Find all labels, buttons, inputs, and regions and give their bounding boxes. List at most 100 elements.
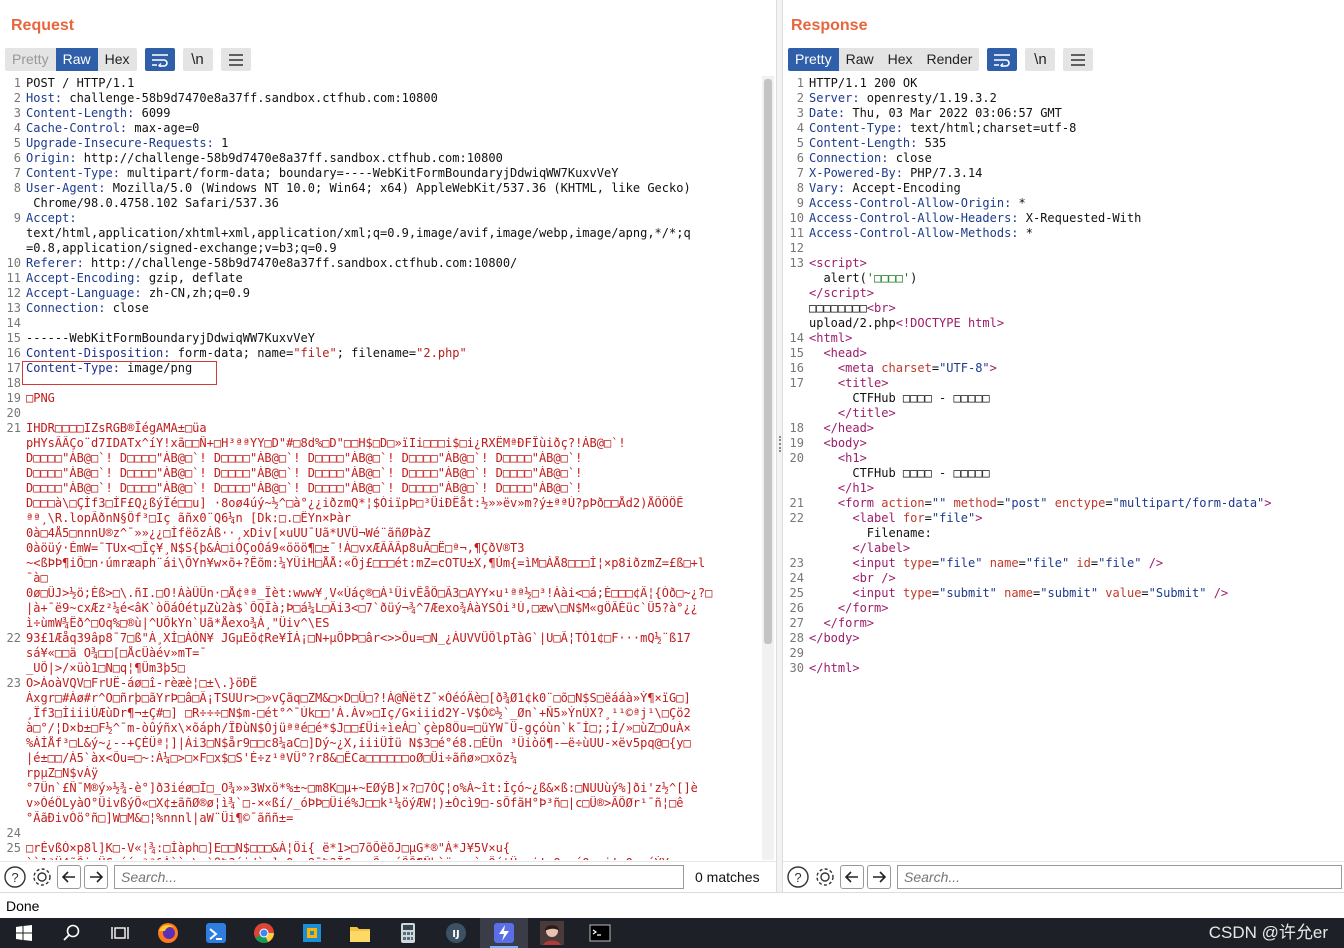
response-line-number: 23 [789, 556, 804, 570]
request-editor[interactable]: 1 2 3 4 5 6 7 8 9 10 11 12 13 14 15 16 17 18 19 20 21 22 23 24 2… [0, 76, 776, 860]
arrow-left-icon [62, 870, 75, 883]
response-line-number [783, 406, 805, 421]
ide-icon[interactable]: IJ [432, 918, 480, 948]
response-help-button[interactable]: ? [786, 865, 810, 889]
response-prev-match-button[interactable] [840, 864, 864, 889]
request-tab-raw[interactable]: Raw [55, 48, 98, 71]
request-code-line: ¯à□ [26, 571, 48, 585]
response-line-number: 1 [796, 76, 804, 90]
burp-suite-icon[interactable] [480, 918, 528, 948]
response-code-line: <title> [837, 376, 889, 390]
request-line-number [0, 496, 22, 511]
response-code-line: Access-Control-Allow-Methods: * [809, 226, 1033, 240]
request-show-newlines-button[interactable]: \n [182, 48, 213, 71]
response-line-number: 18 [789, 421, 804, 435]
response-line-number: 8 [796, 181, 804, 195]
request-code-line: Connection: close [26, 301, 149, 315]
request-menu-button[interactable] [220, 48, 251, 71]
response-code[interactable]: HTTP/1.1 200 OK Server: openresty/1.19.3.… [809, 76, 1344, 860]
response-tab-hex[interactable]: Hex [881, 48, 920, 71]
vscode-like-icon[interactable] [192, 918, 240, 948]
response-line-number: 2 [796, 91, 804, 105]
request-scrollbar-thumb[interactable] [764, 79, 772, 644]
response-editor[interactable]: 1 2 3 4 5 6 7 8 9 10 11 12 13 14 15 16 17 18 19 20 21 22 23 24 2… [783, 76, 1344, 860]
response-line-number: 25 [789, 586, 804, 600]
request-line-number: 9 [13, 211, 21, 225]
chrome-icon[interactable] [240, 918, 288, 948]
request-line-number [0, 691, 22, 706]
request-code-line: Cache-Control: max-age=0 [26, 121, 200, 135]
splitter-grip-icon [779, 436, 781, 452]
response-show-newlines-button[interactable]: \n [1025, 48, 1056, 71]
request-code-line: à□°/¦D×b±□F½^¯m-òûýñx\×õáph/ÏÐùN$Ójüªªé□… [26, 721, 691, 735]
newline-icon: \n [1034, 51, 1047, 68]
response-code-line: upload/2.php<!DOCTYPE html> [809, 316, 1005, 330]
response-search-input[interactable] [904, 868, 1341, 885]
response-wrap-lines-button[interactable] [987, 48, 1018, 71]
response-next-match-button[interactable] [867, 864, 891, 889]
terminal-icon[interactable] [576, 918, 624, 948]
request-prev-match-button[interactable] [57, 864, 81, 889]
request-code-line: Accept-Encoding: gzip, deflate [26, 271, 243, 285]
request-line-number: 16 [6, 346, 21, 360]
request-line-number [0, 466, 22, 481]
request-line-number [0, 661, 22, 676]
request-settings-button[interactable] [30, 865, 54, 889]
request-line-number: 21 [6, 421, 21, 435]
request-tab-hex[interactable]: Hex [98, 48, 137, 71]
response-line-number: 26 [789, 601, 804, 615]
response-line-number: 15 [789, 346, 804, 360]
response-code-line: Vary: Accept-Encoding [809, 181, 961, 195]
request-code-line: ìò1³Ü4õÕi÷ÜC□áó¬ªª&Àùùo\□`ßÞ?ói/às]xQyy8… [26, 856, 762, 860]
response-line-number [783, 481, 805, 496]
response-tab-pretty[interactable]: Pretty [788, 48, 839, 71]
request-line-number [0, 541, 22, 556]
avatar-photo-icon[interactable] [528, 918, 576, 948]
request-wrap-lines-button[interactable] [144, 48, 175, 71]
request-code-line: D□□□□"ÀB@□`! D□□□□"ÀB@□`! D□□□□"ÀB@□`! D… [26, 466, 583, 480]
request-code-line: rpµZ□N$vÀÿ [26, 766, 99, 780]
request-code-line: 0àöüý·ÉmW=¯TUx<□Îç¥¸N$S{þ&À□iÒÇoÒá9«ööö¶… [26, 541, 525, 555]
request-line-number: 18 [6, 376, 21, 390]
status-text: Done [6, 898, 40, 914]
search-icon[interactable] [48, 918, 96, 948]
request-line-number: 5 [13, 136, 21, 150]
response-menu-button[interactable] [1063, 48, 1094, 71]
pane-splitter[interactable] [776, 0, 783, 892]
response-settings-button[interactable] [813, 865, 837, 889]
request-help-button[interactable]: ? [3, 865, 27, 889]
request-line-number [0, 556, 22, 571]
request-search-input[interactable] [121, 868, 683, 885]
response-code-line: </form> [837, 601, 889, 615]
response-code-line: CTFHub □□□□ - □□□□□ [809, 466, 990, 480]
request-scrollbar[interactable] [762, 76, 774, 860]
network-icon[interactable] [288, 918, 336, 948]
request-code[interactable]: POST / HTTP/1.1 Host: challenge-58b9d7470… [26, 76, 762, 860]
response-line-number: 4 [796, 121, 804, 135]
response-line-number [783, 316, 805, 331]
help-icon: ? [787, 865, 809, 888]
firefox-icon[interactable] [144, 918, 192, 948]
file-explorer-icon[interactable] [336, 918, 384, 948]
response-tab-render[interactable]: Render [920, 48, 980, 71]
csdn-watermark: CSDN @许允er [1208, 923, 1328, 942]
task-view-icon[interactable] [96, 918, 144, 948]
response-line-number: 20 [789, 451, 804, 465]
response-line-number [783, 271, 805, 286]
request-next-match-button[interactable] [84, 864, 108, 889]
response-tab-raw[interactable]: Raw [839, 48, 881, 71]
calculator-icon[interactable] [384, 918, 432, 948]
request-line-number [0, 811, 22, 826]
request-line-number [0, 736, 22, 751]
request-code-line: ì÷ùmW¾Ëð^□Oq%□®ù|^UÕkYn`Uã*Åexo¾À¸"Üiv^\… [26, 616, 330, 630]
request-code-line: POST / HTTP/1.1 [26, 76, 135, 90]
request-line-number: 22 [6, 631, 21, 645]
request-line-number: 8 [13, 181, 21, 195]
request-line-number [0, 751, 22, 766]
request-search-box [114, 864, 684, 889]
request-tab-pretty[interactable]: Pretty [5, 48, 56, 71]
response-code-line: <meta charset="UTF-8"> [837, 361, 997, 375]
windows-start-icon[interactable] [0, 918, 48, 948]
request-toolbar: Pretty Raw Hex \n [5, 48, 251, 71]
request-code-line: Chrome/98.0.4758.102 Safari/537.36 [26, 196, 279, 210]
